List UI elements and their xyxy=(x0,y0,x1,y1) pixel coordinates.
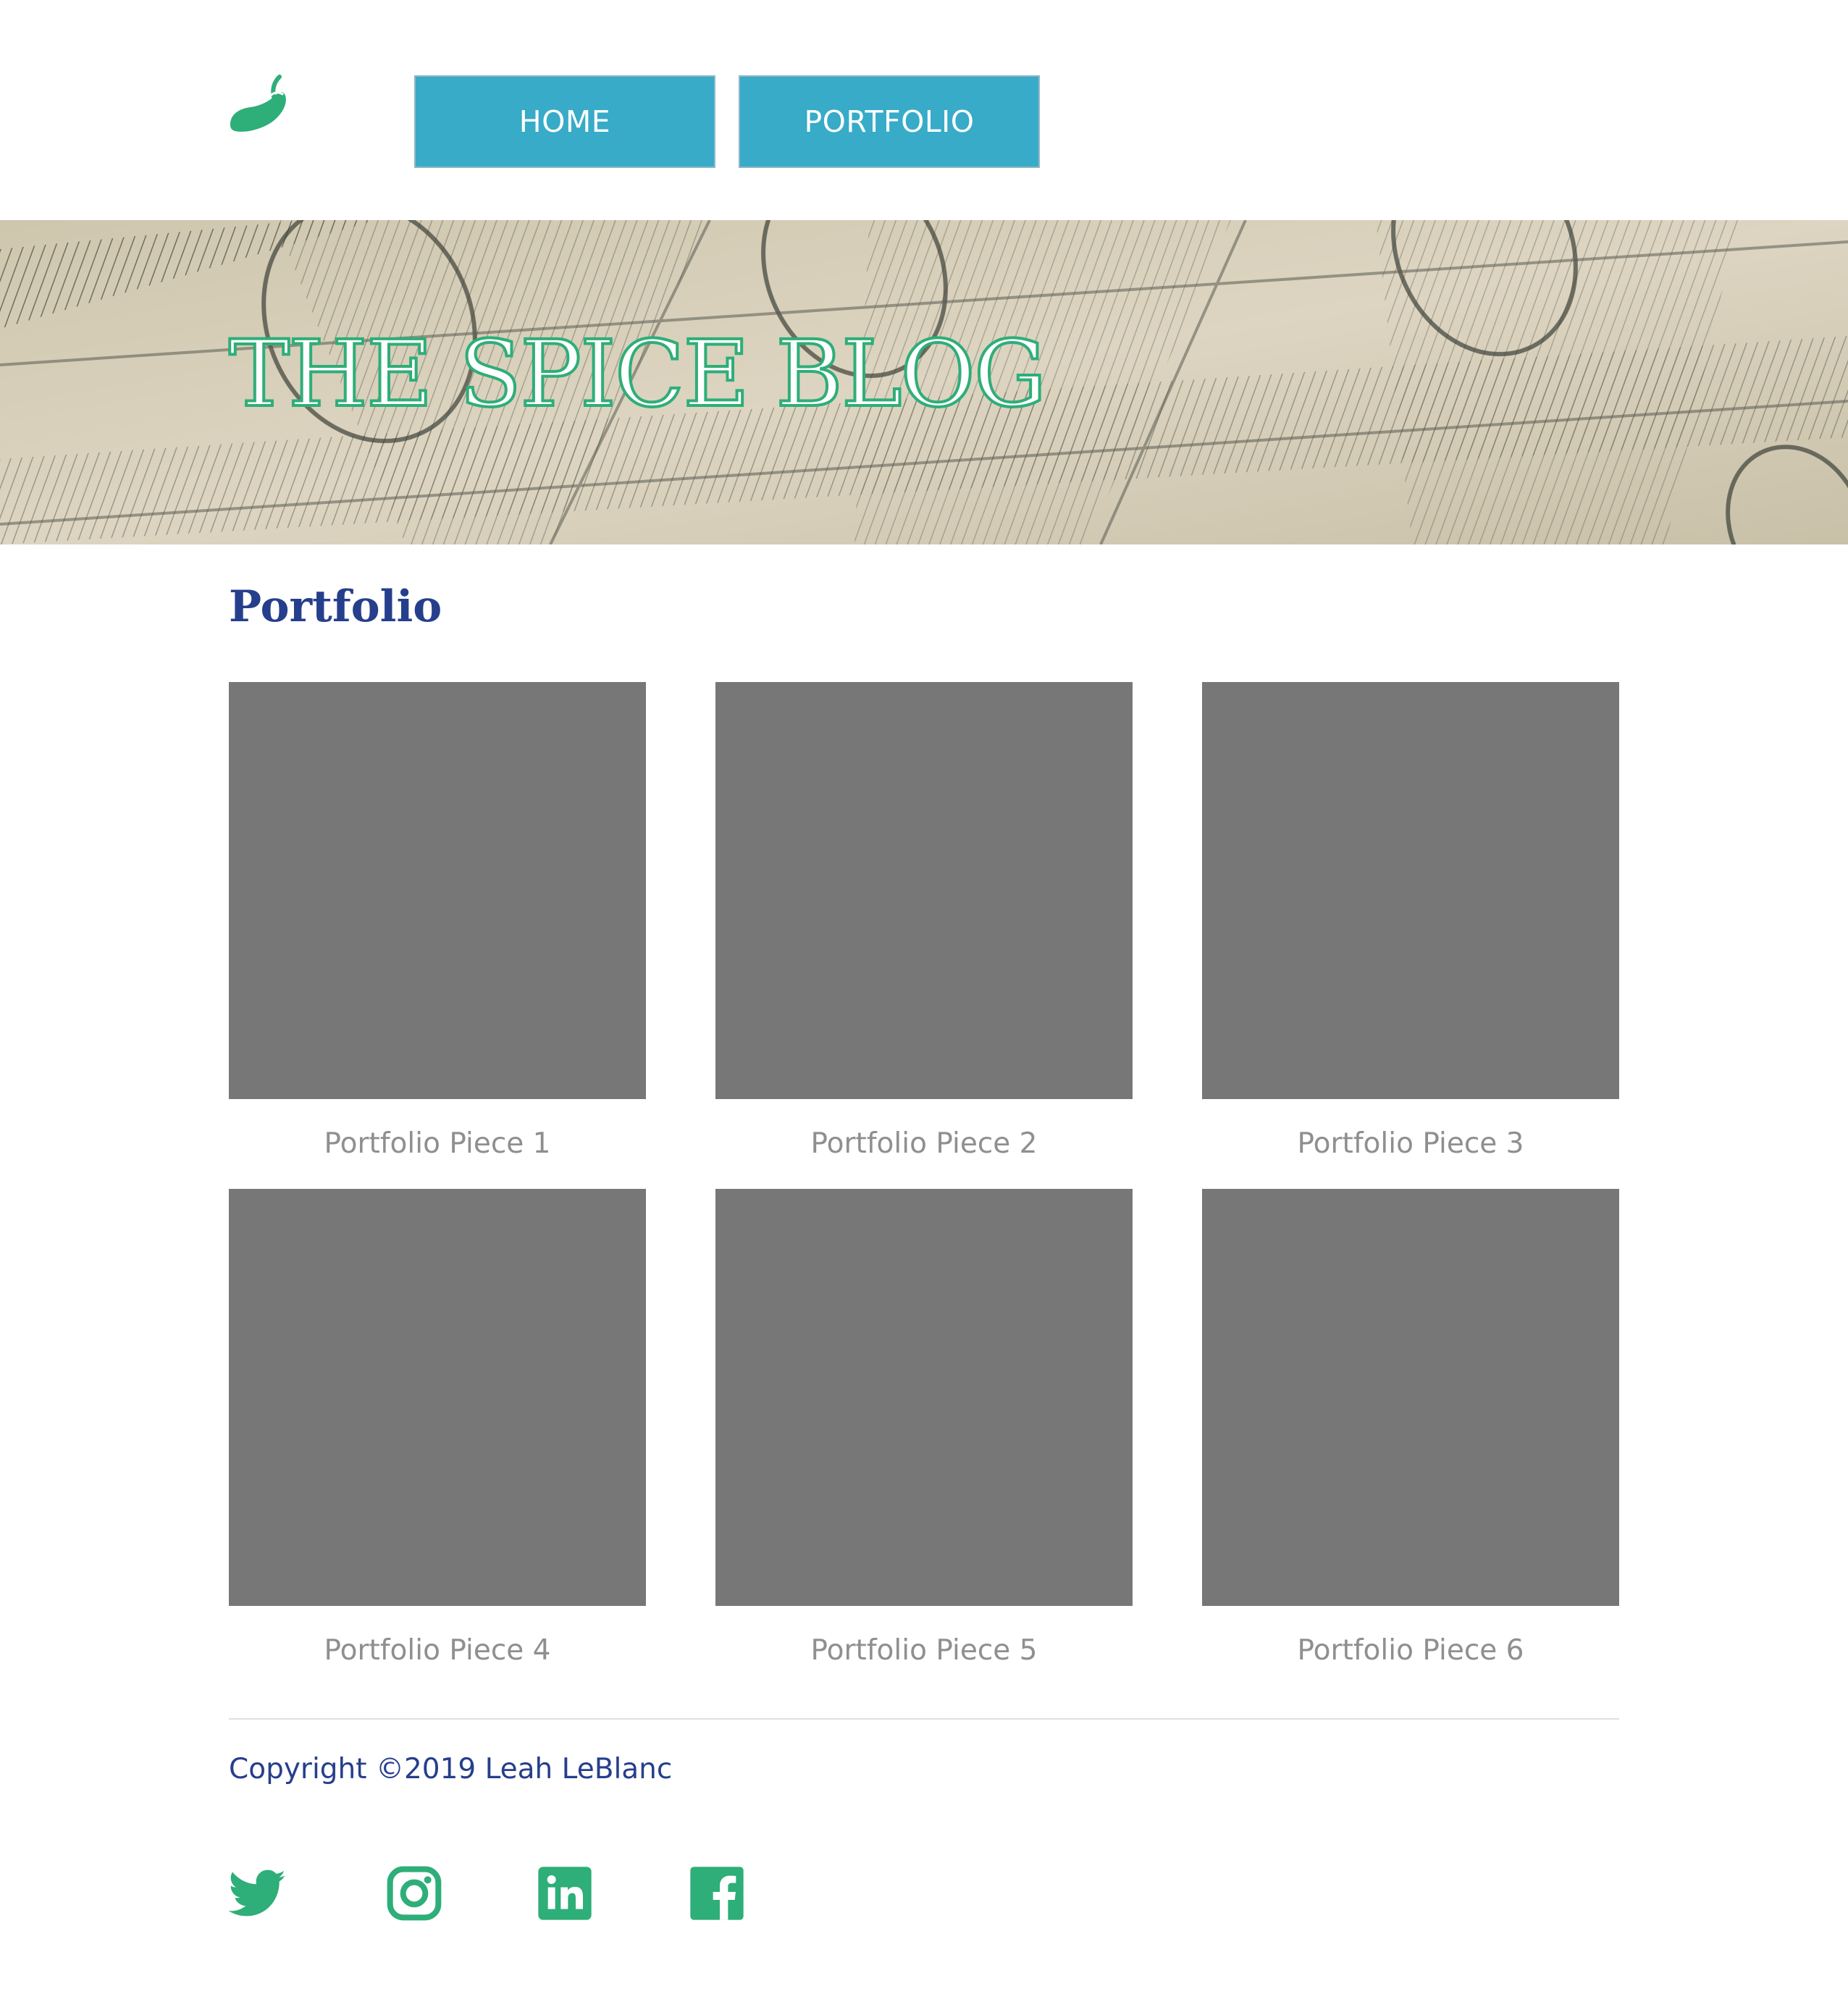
portfolio-image-3[interactable] xyxy=(1202,682,1619,1099)
portfolio-caption-2: Portfolio Piece 2 xyxy=(810,1127,1038,1160)
portfolio-caption-4: Portfolio Piece 4 xyxy=(324,1634,551,1667)
copyright-text: Copyright ©2019 Leah LeBlanc xyxy=(229,1753,673,1785)
nav-portfolio-button[interactable]: PORTFOLIO xyxy=(739,75,1040,168)
facebook-icon[interactable] xyxy=(688,1864,746,1922)
nav-home-button[interactable]: HOME xyxy=(414,75,715,168)
portfolio-image-6[interactable] xyxy=(1202,1189,1619,1606)
page-title: Portfolio xyxy=(229,581,442,632)
portfolio-image-2[interactable] xyxy=(715,682,1133,1099)
portfolio-caption-1: Portfolio Piece 1 xyxy=(324,1127,551,1160)
portfolio-caption-3: Portfolio Piece 3 xyxy=(1297,1127,1524,1160)
hero-title: THE SPICE BLOG xyxy=(227,321,1048,427)
hero-banner: THE SPICE BLOG xyxy=(0,220,1848,544)
portfolio-image-5[interactable] xyxy=(715,1189,1133,1606)
chili-pepper-icon[interactable] xyxy=(226,72,291,138)
twitter-icon[interactable] xyxy=(229,1864,287,1922)
footer-divider xyxy=(229,1718,1619,1720)
instagram-icon[interactable] xyxy=(385,1864,443,1922)
portfolio-caption-5: Portfolio Piece 5 xyxy=(810,1634,1038,1667)
portfolio-caption-6: Portfolio Piece 6 xyxy=(1297,1634,1524,1667)
portfolio-image-1[interactable] xyxy=(229,682,646,1099)
linkedin-icon[interactable] xyxy=(536,1864,594,1922)
portfolio-image-4[interactable] xyxy=(229,1189,646,1606)
